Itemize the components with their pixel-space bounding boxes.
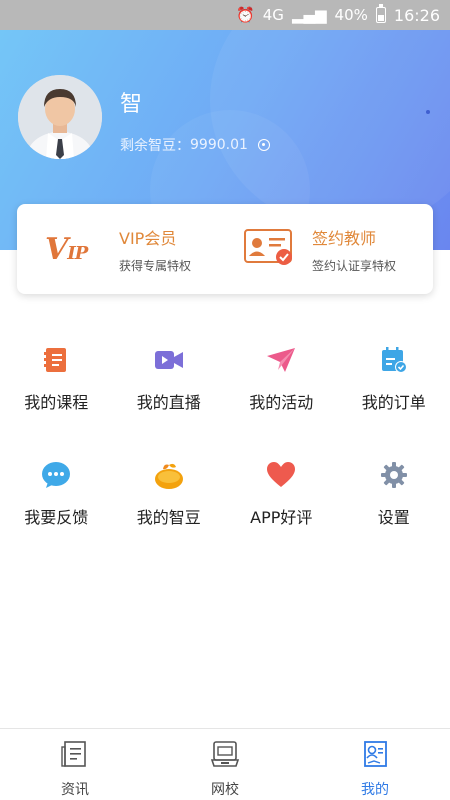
- bean-icon: [154, 460, 184, 490]
- feedback-button[interactable]: 我要反馈: [0, 450, 113, 565]
- grid-row: 我的课程 我的直播 我的活动 我的订单: [0, 335, 450, 450]
- battery-icon: [375, 4, 386, 23]
- beans-label: 剩余智豆：: [120, 138, 190, 154]
- app-review-button[interactable]: APP好评: [225, 450, 338, 565]
- my-activities-label: 我的活动: [249, 393, 314, 412]
- school-icon: [210, 739, 240, 773]
- nav-news-label: 资讯: [61, 782, 89, 798]
- beans-balance[interactable]: 剩余智豆： 9990.01: [120, 135, 270, 155]
- profile-icon: [360, 739, 390, 773]
- alarm-icon: ⏰: [236, 5, 255, 24]
- book-icon: [41, 345, 71, 375]
- calendar-check-icon: [379, 345, 409, 375]
- my-beans-button[interactable]: 我的智豆: [113, 450, 226, 565]
- vip-title: VIP会员: [119, 228, 177, 248]
- avatar[interactable]: [18, 75, 102, 159]
- nav-mine[interactable]: 我的: [300, 729, 450, 800]
- my-orders-button[interactable]: 我的订单: [338, 335, 450, 450]
- my-activities-button[interactable]: 我的活动: [225, 335, 338, 450]
- nav-mine-label: 我的: [361, 782, 389, 798]
- vip-member-entry[interactable]: VIP VIP会员 获得专属特权: [17, 204, 234, 294]
- my-live-label: 我的直播: [136, 393, 201, 412]
- feedback-label: 我要反馈: [24, 508, 89, 527]
- my-courses-button[interactable]: 我的课程: [0, 335, 113, 450]
- teacher-title: 签约教师: [312, 228, 377, 248]
- my-courses-label: 我的课程: [24, 393, 89, 412]
- my-live-button[interactable]: 我的直播: [113, 335, 226, 450]
- certificate-icon: [244, 228, 294, 270]
- heart-icon: [266, 460, 296, 490]
- beans-value: 9990.01: [190, 137, 248, 153]
- teacher-subtitle: 签约认证享特权: [312, 258, 397, 273]
- nav-school[interactable]: 网校: [150, 729, 300, 800]
- clock: 16:26: [393, 5, 440, 25]
- grid-row: 我要反馈 我的智豆 APP好评 设置: [0, 450, 450, 565]
- status-bar: ⏰ 4G ▂▄▆ 40% 16:26: [0, 0, 450, 30]
- header-dot: [426, 110, 430, 114]
- chat-bubble-icon: [41, 460, 71, 490]
- video-icon: [154, 345, 184, 375]
- nav-news[interactable]: 资讯: [0, 729, 150, 800]
- signal-icon: ▂▄▆: [291, 5, 327, 24]
- membership-card: VIP VIP会员 获得专属特权 签约教师 签约认证享特权: [17, 204, 433, 294]
- my-orders-label: 我的订单: [361, 393, 426, 412]
- function-grid: 我的课程 我的直播 我的活动 我的订单 我要反馈 我的智豆 APP好评 设置: [0, 335, 450, 565]
- user-name: 智: [120, 92, 143, 117]
- coin-icon: [257, 139, 270, 151]
- bottom-nav: 资讯 网校 我的: [0, 728, 450, 800]
- vip-logo-icon: VIP: [45, 231, 88, 267]
- battery-percent: 40%: [334, 6, 368, 24]
- nav-school-label: 网校: [211, 782, 239, 798]
- news-icon: [60, 739, 90, 773]
- paper-plane-icon: [266, 345, 296, 375]
- network-icon: 4G: [262, 5, 284, 24]
- vip-subtitle: 获得专属特权: [119, 258, 192, 273]
- settings-label: 设置: [377, 508, 410, 527]
- gear-icon: [379, 460, 409, 490]
- settings-button[interactable]: 设置: [338, 450, 450, 565]
- my-beans-label: 我的智豆: [136, 508, 201, 527]
- signed-teacher-entry[interactable]: 签约教师 签约认证享特权: [234, 204, 433, 294]
- app-review-label: APP好评: [250, 508, 313, 527]
